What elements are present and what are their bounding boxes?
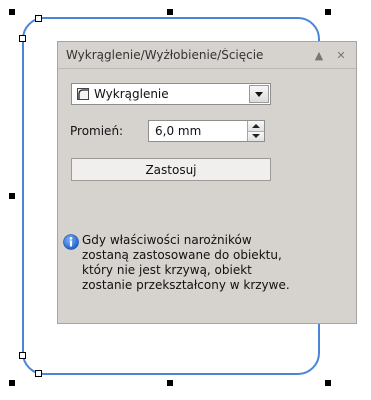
corner-node-handle[interactable] <box>19 35 26 42</box>
corner-node-handle[interactable] <box>35 15 42 22</box>
selection-handle-top-left[interactable] <box>9 9 15 15</box>
info-line: który nie jest krzywą, obiekt <box>82 263 252 277</box>
selection-handle-top-right[interactable] <box>325 9 331 15</box>
fillet-scallop-chamfer-docker: Wykrąglenie/Wyżłobienie/Ścięcie ▲ ✕ Wykr… <box>57 41 357 324</box>
docker-title: Wykrąglenie/Wyżłobienie/Ścięcie <box>66 48 264 62</box>
info-message: Gdy właściwości narożników zostaną zasto… <box>63 233 348 293</box>
info-line: zostanie przekształcony w krzywe. <box>82 278 290 292</box>
increment-arrow-icon[interactable] <box>248 121 264 132</box>
decrement-arrow-icon[interactable] <box>248 131 264 141</box>
corner-type-value: Wykrąglenie <box>94 87 169 101</box>
selection-handle-bottom-center[interactable] <box>167 380 173 386</box>
selection-handle-top-center[interactable] <box>167 9 173 15</box>
corner-node-handle[interactable] <box>19 352 26 359</box>
chevron-down-icon[interactable] <box>249 85 269 103</box>
docker-header: Wykrąglenie/Wyżłobienie/Ścięcie ▲ ✕ <box>58 42 356 69</box>
radius-stepper[interactable]: 6,0 mm <box>148 120 265 142</box>
corner-type-select[interactable]: Wykrąglenie <box>71 83 271 105</box>
collapse-up-icon[interactable]: ▲ <box>312 49 326 62</box>
info-text: Gdy właściwości narożników zostaną zasto… <box>82 233 290 293</box>
fillet-corner-icon <box>77 88 89 100</box>
drawing-canvas[interactable]: Wykrąglenie/Wyżłobienie/Ścięcie ▲ ✕ Wykr… <box>0 0 371 400</box>
apply-button[interactable]: Zastosuj <box>71 158 271 181</box>
radius-value[interactable]: 6,0 mm <box>149 124 247 138</box>
selection-handle-bottom-left[interactable] <box>9 380 15 386</box>
selection-handle-bottom-right[interactable] <box>325 380 331 386</box>
selection-handle-middle-left[interactable] <box>9 193 15 199</box>
close-icon[interactable]: ✕ <box>334 49 348 62</box>
corner-node-handle[interactable] <box>35 370 42 377</box>
radius-label: Promień: <box>70 124 124 138</box>
info-icon <box>63 234 79 250</box>
info-line: Gdy właściwości narożników <box>82 233 252 247</box>
info-line: zostaną zastosowane do obiektu, <box>82 248 282 262</box>
